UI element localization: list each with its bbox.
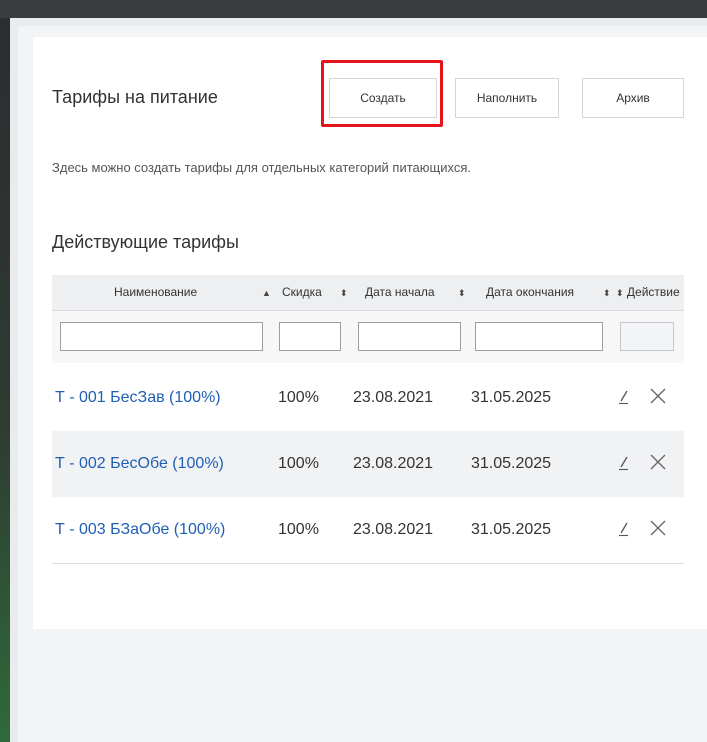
table-row: Т - 003 БЗаОбе (100%) 100% 23.08.2021 31…: [52, 497, 684, 564]
edit-pencil-icon[interactable]: [616, 519, 634, 537]
filter-row: [52, 311, 684, 363]
create-button-highlight: [321, 60, 443, 127]
delete-x-icon[interactable]: [649, 519, 667, 537]
edit-pencil-icon[interactable]: [616, 387, 634, 405]
filter-start-date-input[interactable]: [358, 322, 461, 351]
column-header-name[interactable]: Наименование: [114, 275, 197, 310]
discount-cell: 100%: [278, 521, 319, 538]
page-description: Здесь можно создать тарифы для отдельных…: [52, 160, 471, 175]
page-title: Тарифы на питание: [52, 87, 218, 107]
column-label: Дата начала: [365, 285, 435, 299]
end-date-cell: 31.05.2025: [471, 455, 552, 472]
delete-x-icon[interactable]: [649, 453, 667, 471]
start-date-cell: 23.08.2021: [353, 455, 434, 472]
table-row: Т - 001 БесЗав (100%) 100% 23.08.2021 31…: [52, 365, 684, 431]
table-row: Т - 002 БесОбе (100%) 100% 23.08.2021 31…: [52, 431, 684, 497]
column-header-end-date[interactable]: Дата окончания: [486, 275, 574, 310]
filter-end-date-input[interactable]: [475, 322, 603, 351]
archive-button[interactable]: Архив: [582, 78, 684, 118]
end-date-cell: 31.05.2025: [471, 521, 552, 538]
tariff-name-link[interactable]: Т - 002 БесОбе (100%): [55, 455, 224, 473]
sort-asc-icon[interactable]: ▲: [262, 275, 271, 310]
section-title: Действующие тарифы: [52, 232, 239, 252]
window-left-edge: [0, 18, 10, 742]
column-label: Скидка: [282, 285, 322, 299]
discount-cell: 100%: [278, 455, 319, 472]
tariff-name-link[interactable]: Т - 003 БЗаОбе (100%): [55, 521, 225, 539]
end-date-cell: 31.05.2025: [471, 389, 552, 406]
filter-action-disabled: [620, 322, 674, 351]
column-label: Дата окончания: [486, 285, 575, 299]
sort-icon[interactable]: ⬍: [603, 275, 611, 310]
edit-pencil-icon[interactable]: [616, 453, 634, 471]
discount-cell: 100%: [278, 389, 319, 406]
filter-name-input[interactable]: [60, 322, 263, 351]
column-label: Наименование: [114, 285, 198, 299]
sort-icon[interactable]: ⬍: [458, 275, 466, 310]
column-label: Действие: [626, 285, 680, 299]
start-date-cell: 23.08.2021: [353, 389, 434, 406]
sort-icon: ⬍: [616, 288, 624, 298]
fill-button[interactable]: Наполнить: [455, 78, 559, 118]
tariff-name-link[interactable]: Т - 001 БесЗав (100%): [55, 389, 221, 407]
sort-icon[interactable]: ⬍: [340, 275, 348, 310]
start-date-cell: 23.08.2021: [353, 521, 434, 538]
window-top-bar: [0, 0, 707, 18]
column-header-discount[interactable]: Скидка: [282, 275, 322, 310]
filter-discount-input[interactable]: [279, 322, 341, 351]
delete-x-icon[interactable]: [649, 387, 667, 405]
column-header-start-date[interactable]: Дата начала: [365, 275, 435, 310]
table-header: Наименование ▲ Скидка ⬍ Дата начала ⬍ Да…: [52, 275, 684, 311]
column-header-action[interactable]: ⬍ Действие: [616, 275, 680, 310]
